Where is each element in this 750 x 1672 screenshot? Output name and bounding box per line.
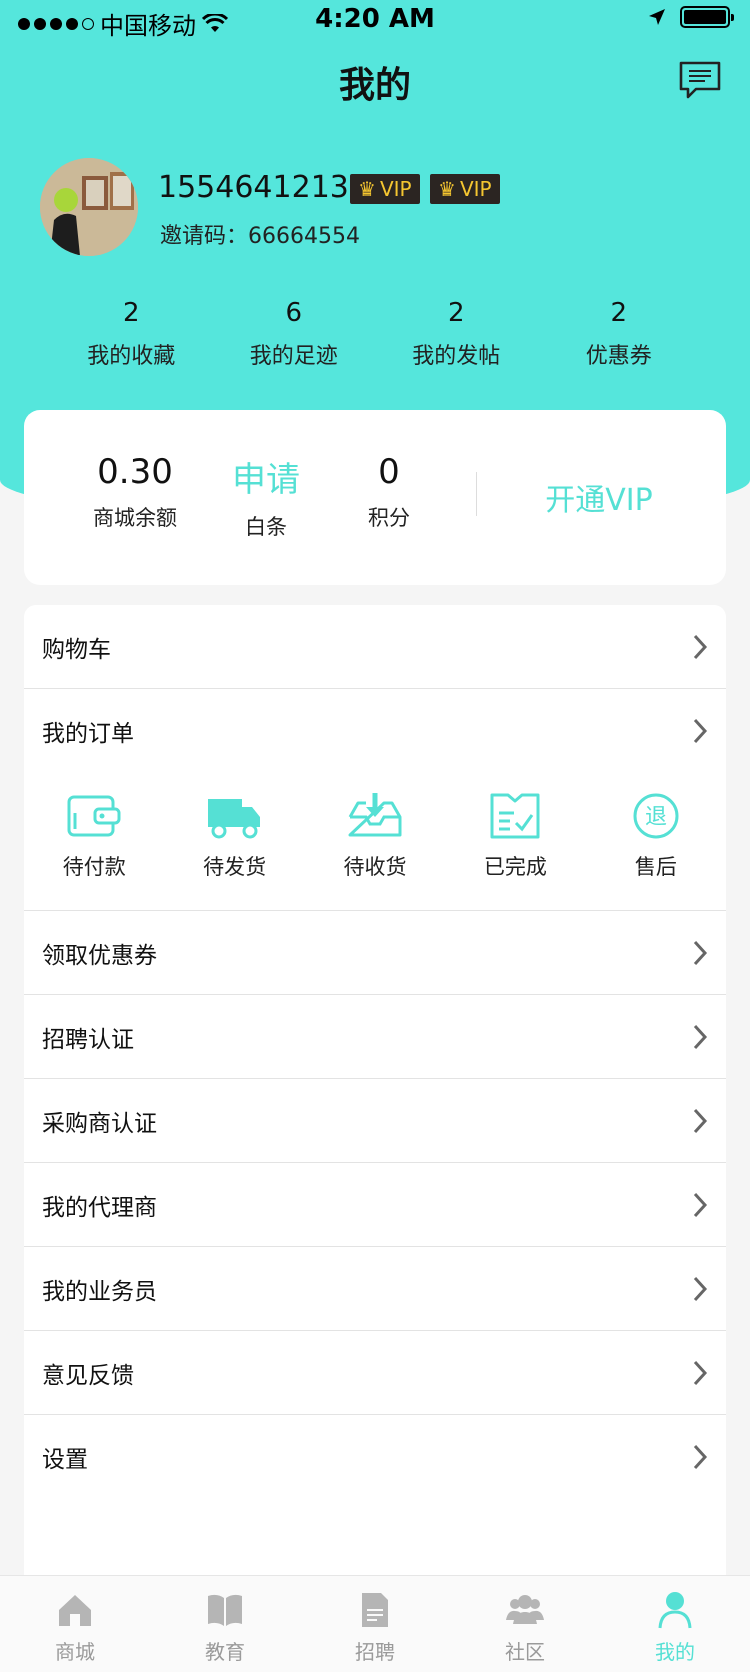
crown-icon: ♛ [438, 177, 456, 201]
message-icon[interactable] [678, 60, 722, 100]
tab-education[interactable]: 教育 [150, 1576, 300, 1672]
menu-item-recruit-cert[interactable]: 招聘认证 [24, 995, 726, 1079]
tab-mine[interactable]: 我的 [600, 1576, 750, 1672]
divider [476, 472, 477, 516]
menu-item-feedback[interactable]: 意见反馈 [24, 1331, 726, 1415]
balance-card: 0.30 商城余额 申请 白条 0 积分 开通VIP [24, 410, 726, 585]
chevron-right-icon [693, 1360, 708, 1385]
crown-icon: ♛ [358, 177, 376, 201]
menu-item-my-agents[interactable]: 我的代理商 [24, 1163, 726, 1247]
order-pending-shipment[interactable]: 待发货 [164, 773, 304, 910]
stat-footprints[interactable]: 6 我的足迹 [213, 298, 376, 370]
user-icon [658, 1592, 692, 1629]
battery-icon [680, 6, 734, 28]
order-pending-receipt[interactable]: 待收货 [305, 773, 445, 910]
chevron-right-icon [693, 940, 708, 965]
menu-item-cart[interactable]: 购物车 [24, 605, 726, 689]
chevron-right-icon [693, 1276, 708, 1301]
stats-row: 2 我的收藏 6 我的足迹 2 我的发帖 2 优惠券 [0, 298, 750, 370]
mall-balance[interactable]: 0.30 商城余额 [70, 452, 200, 532]
avatar[interactable] [40, 158, 138, 256]
refund-icon: 退 [633, 793, 679, 839]
people-icon [506, 1595, 544, 1624]
menu-item-my-salespeople[interactable]: 我的业务员 [24, 1247, 726, 1331]
phone-number: 15546412132 [158, 170, 368, 205]
status-bar: 中国移动 4:20 AM [0, 0, 750, 40]
menu-item-orders[interactable]: 我的订单 [24, 689, 726, 773]
inbox-icon [348, 793, 402, 837]
vip-badge: ♛ VIP [430, 174, 500, 204]
status-time: 4:20 AM [315, 4, 435, 34]
stat-favorites[interactable]: 2 我的收藏 [50, 298, 213, 370]
document-icon [362, 1593, 388, 1627]
tab-bar: 商城 教育 招聘 社区 我的 [0, 1575, 750, 1672]
home-icon [59, 1595, 91, 1626]
points[interactable]: 0 积分 [349, 452, 429, 532]
stat-coupons[interactable]: 2 优惠券 [538, 298, 701, 370]
chevron-right-icon [693, 1108, 708, 1133]
truck-icon [207, 799, 260, 839]
status-right [648, 6, 734, 28]
order-pending-payment[interactable]: 待付款 [24, 773, 164, 910]
order-completed[interactable]: 已完成 [445, 773, 585, 910]
chevron-right-icon [693, 718, 708, 744]
avatar-image [40, 158, 138, 256]
chevron-right-icon [693, 1444, 708, 1470]
completed-icon [490, 793, 540, 839]
menu-card: 购物车 我的订单 待付款 待发货 待收货 已完成 退 售后 领取优惠券 招聘认证… [24, 605, 726, 1605]
tab-recruit[interactable]: 招聘 [300, 1576, 450, 1672]
menu-item-get-coupons[interactable]: 领取优惠券 [24, 911, 726, 995]
menu-item-settings[interactable]: 设置 [24, 1415, 726, 1499]
chevron-right-icon [693, 1024, 708, 1049]
chevron-right-icon [693, 634, 708, 659]
book-icon [208, 1594, 242, 1626]
invite-code: 邀请码：66664554 [160, 224, 360, 249]
tab-community[interactable]: 社区 [450, 1576, 600, 1672]
tab-mall[interactable]: 商城 [0, 1576, 150, 1672]
location-arrow-icon [649, 9, 665, 25]
menu-item-buyer-cert[interactable]: 采购商认证 [24, 1079, 726, 1163]
wallet-icon [67, 795, 121, 837]
order-after-sales[interactable]: 退 售后 [586, 773, 726, 910]
chevron-right-icon [693, 1192, 708, 1217]
stat-posts[interactable]: 2 我的发帖 [375, 298, 538, 370]
svg-text:退: 退 [645, 805, 667, 830]
open-vip-button[interactable]: 开通VIP [499, 475, 699, 519]
order-status-row: 待付款 待发货 待收货 已完成 退 售后 [24, 773, 726, 911]
page-title: 我的 [338, 65, 411, 106]
vip-badge: ♛ VIP [350, 174, 420, 204]
credit-apply[interactable]: 申请 白条 [216, 452, 316, 541]
